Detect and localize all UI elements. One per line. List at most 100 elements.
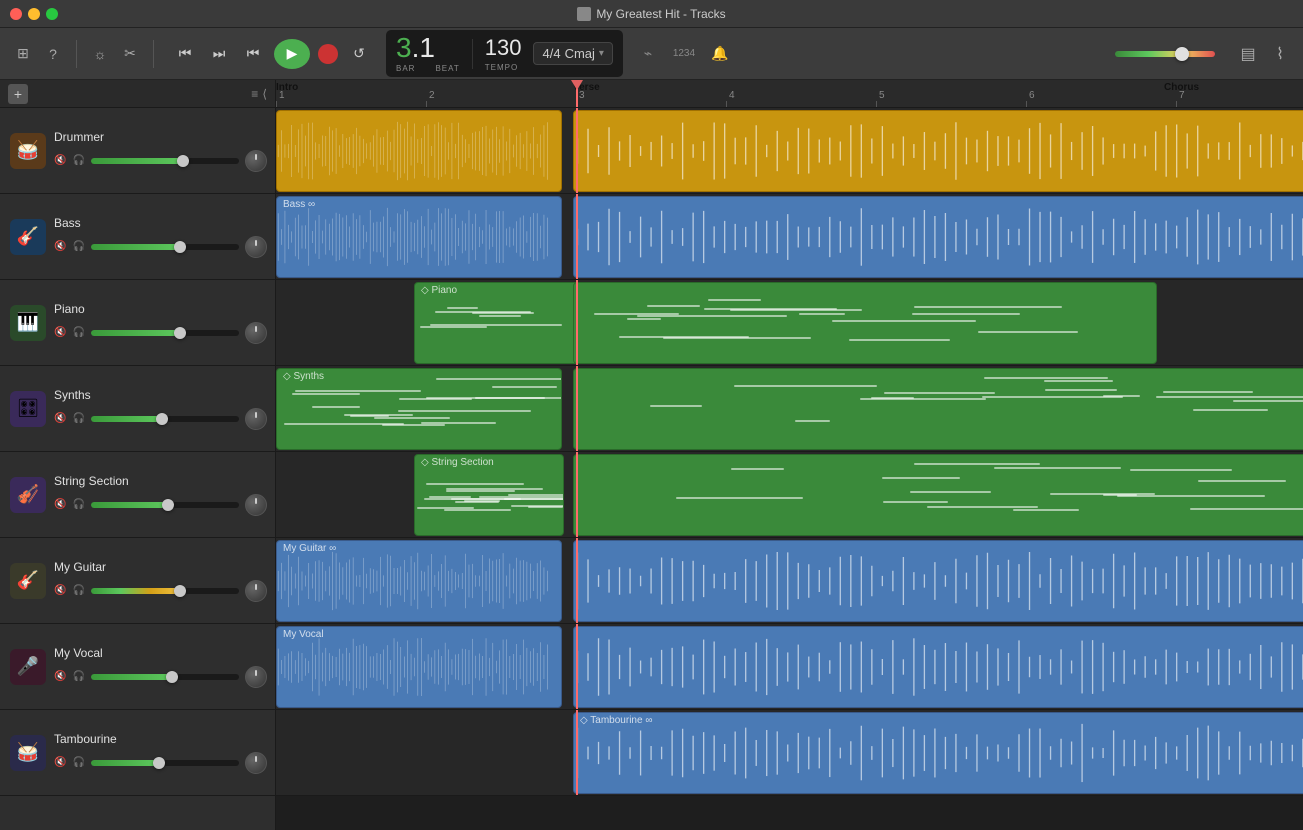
pan-knob-my-guitar[interactable] [245, 580, 267, 602]
skip-to-start-button[interactable]: ⏮ [240, 43, 266, 65]
metronome-icon[interactable]: 🔔 [709, 43, 731, 65]
track-fader-tambourine[interactable] [91, 760, 239, 766]
pan-knob-drummer[interactable] [245, 150, 267, 172]
close-button[interactable] [10, 8, 22, 20]
mute-icon-my-guitar[interactable]: 🔇 [54, 585, 66, 596]
segment-piano-1[interactable] [573, 282, 1157, 364]
track-fader-piano[interactable] [91, 330, 239, 336]
count-in-icon[interactable]: 1234 [673, 43, 695, 65]
pan-knob-synths[interactable] [245, 408, 267, 430]
track-row-bass[interactable]: 🎸 Bass 🔇 🎧 [0, 194, 275, 280]
track-info-drummer: Drummer 🔇 🎧 [54, 130, 267, 172]
track-row-my-vocal[interactable]: 🎤 My Vocal 🔇 🎧 [0, 624, 275, 710]
track-row-synths[interactable]: 🎛 Synths 🔇 🎧 [0, 366, 275, 452]
minimize-button[interactable] [28, 8, 40, 20]
rewind-button[interactable]: ⏮ [172, 43, 198, 65]
segment-string-section-1[interactable] [573, 454, 1303, 536]
mute-icon-drummer[interactable]: 🔇 [54, 155, 66, 166]
segment-bass-0[interactable]: Bass ∞ [276, 196, 562, 278]
pan-knob-piano[interactable] [245, 322, 267, 344]
time-sig-key-display[interactable]: 4/4 Cmaj ▾ [533, 42, 612, 65]
headphones-icon-string-section[interactable]: 🎧 [72, 499, 84, 510]
pan-knob-bass[interactable] [245, 236, 267, 258]
headphones-icon-piano[interactable]: 🎧 [72, 327, 84, 338]
volume-slider[interactable] [1115, 51, 1215, 57]
headphones-icon-tambourine[interactable]: 🎧 [72, 757, 84, 768]
segment-synths-1[interactable]: Synths [573, 368, 1303, 450]
smart-controls-icon[interactable]: ☼ [89, 43, 111, 65]
segment-my-guitar-1[interactable]: My Guitar ∞ [573, 540, 1303, 622]
mute-icon-synths[interactable]: 🔇 [54, 413, 66, 424]
track-content-piano: ◇ Piano [276, 280, 1303, 366]
segment-my-vocal-0[interactable]: My Vocal [276, 626, 562, 708]
headphones-icon-my-guitar[interactable]: 🎧 [72, 585, 84, 596]
waveform-container [574, 541, 1303, 621]
segment-synths-0[interactable]: ◇ Synths [276, 368, 562, 450]
fader-thumb-bass[interactable] [174, 241, 186, 253]
segment-label-piano-0: ◇ Piano [421, 285, 457, 296]
fader-thumb-drummer[interactable] [177, 155, 189, 167]
track-row-piano[interactable]: 🎹 Piano 🔇 🎧 [0, 280, 275, 366]
fader-thumb-tambourine[interactable] [153, 757, 165, 769]
track-fader-drummer[interactable] [91, 158, 239, 164]
pan-knob-string-section[interactable] [245, 494, 267, 516]
mute-icon-my-vocal[interactable]: 🔇 [54, 671, 66, 682]
window-controls[interactable] [10, 8, 58, 20]
pan-knob-my-vocal[interactable] [245, 666, 267, 688]
fader-thumb-piano[interactable] [174, 327, 186, 339]
fader-thumb-string-section[interactable] [162, 499, 174, 511]
track-fader-string-section[interactable] [91, 502, 239, 508]
maximize-button[interactable] [46, 8, 58, 20]
segment-bass-1[interactable]: Bass ∞ [573, 196, 1303, 278]
play-button[interactable]: ▶ [274, 39, 310, 69]
track-fader-synths[interactable] [91, 416, 239, 422]
segment-drummer-0[interactable] [276, 110, 562, 192]
mute-icon-tambourine[interactable]: 🔇 [54, 757, 66, 768]
track-fader-bass[interactable] [91, 244, 239, 250]
segment-my-guitar-0[interactable]: My Guitar ∞ [276, 540, 562, 622]
track-row-tambourine[interactable]: 🥁 Tambourine 🔇 🎧 [0, 710, 275, 796]
app-icon [577, 7, 591, 21]
playhead-ruler [576, 80, 578, 107]
record-button[interactable] [318, 44, 338, 64]
headphones-icon-my-vocal[interactable]: 🎧 [72, 671, 84, 682]
tuner-icon[interactable]: ⌁ [637, 43, 659, 65]
track-list-header: + ≡ ⟨ [0, 80, 275, 108]
track-list-options-icon[interactable]: ≡ [251, 87, 258, 101]
segment-drummer-1[interactable] [573, 110, 1303, 192]
track-fader-my-guitar[interactable] [91, 588, 239, 594]
fader-thumb-my-guitar[interactable] [174, 585, 186, 597]
mute-icon-string-section[interactable]: 🔇 [54, 499, 66, 510]
volume-thumb[interactable] [1175, 47, 1189, 61]
cycle-button[interactable]: ↺ [346, 43, 372, 65]
track-row-my-guitar[interactable]: 🎸 My Guitar 🔇 🎧 [0, 538, 275, 624]
track-controls-tambourine: 🔇 🎧 [54, 752, 267, 774]
segment-string-section-0[interactable]: ◇ String Section [414, 454, 564, 536]
track-fader-my-vocal[interactable] [91, 674, 239, 680]
headphones-icon-drummer[interactable]: 🎧 [72, 155, 84, 166]
segment-tambourine-0[interactable]: ◇ Tambourine ∞ [573, 712, 1303, 794]
headphones-icon-bass[interactable]: 🎧 [72, 241, 84, 252]
fast-forward-button[interactable]: ⏭ [206, 43, 232, 65]
toolbar-divider-1 [76, 40, 77, 68]
track-content-my-guitar: My Guitar ∞My Guitar ∞ [276, 538, 1303, 624]
mute-icon-piano[interactable]: 🔇 [54, 327, 66, 338]
pan-knob-tambourine[interactable] [245, 752, 267, 774]
bar-label: BAR [396, 64, 415, 73]
segment-my-vocal-1[interactable]: My Vocal [573, 626, 1303, 708]
smart-controls-right-icon[interactable]: ⌇ [1269, 43, 1291, 65]
track-row-string-section[interactable]: 🎻 String Section 🔇 🎧 [0, 452, 275, 538]
fader-thumb-my-vocal[interactable] [166, 671, 178, 683]
headphones-icon-synths[interactable]: 🎧 [72, 413, 84, 424]
help-icon[interactable]: ? [42, 43, 64, 65]
fader-thumb-synths[interactable] [156, 413, 168, 425]
track-row-drummer[interactable]: 🥁 Drummer 🔇 🎧 [0, 108, 275, 194]
mixer-icon[interactable]: ▤ [1237, 43, 1259, 65]
mute-icon-bass[interactable]: 🔇 [54, 241, 66, 252]
library-icon[interactable]: ⊞ [12, 43, 34, 65]
add-track-button[interactable]: + [8, 84, 28, 104]
scissors-icon[interactable]: ✂ [119, 43, 141, 65]
track-list-collapse-icon[interactable]: ⟨ [262, 87, 267, 101]
track-icon-my-vocal: 🎤 [10, 649, 46, 685]
transport-controls: ⏮ ⏭ ⏮ ▶ ↺ [172, 39, 372, 69]
